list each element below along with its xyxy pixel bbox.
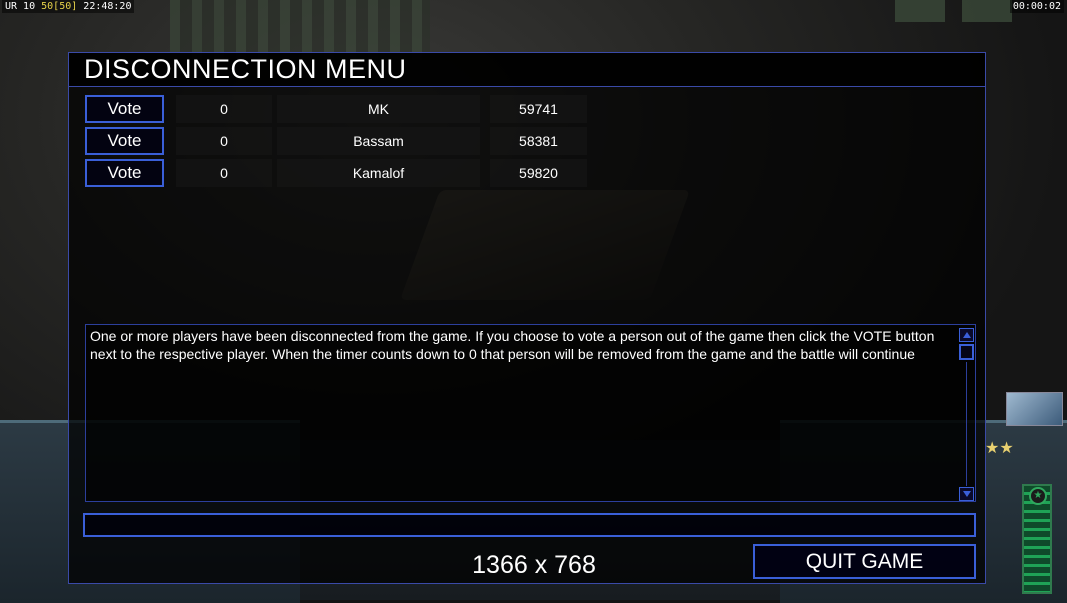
hud-status-bracket: [50]	[53, 1, 78, 12]
player-name: Kamalof	[277, 159, 480, 187]
hud-status-highlight: 50	[41, 1, 54, 12]
scroll-up-button[interactable]	[959, 328, 974, 342]
dialog-title: DISCONNECTION MENU	[84, 54, 407, 84]
scroll-down-button[interactable]	[959, 487, 974, 501]
hud-status-topleft: UR 10 50[50] 22:48:20	[2, 0, 135, 13]
player-name: Bassam	[277, 127, 480, 155]
hud-clock: 22:48:20	[83, 1, 132, 12]
message-box: One or more players have been disconnect…	[85, 324, 976, 502]
dialog-title-bar: DISCONNECTION MENU	[69, 53, 985, 87]
background-city	[170, 0, 430, 60]
player-name: MK	[277, 95, 480, 123]
unit-thumbnail	[962, 0, 1012, 22]
vote-button[interactable]: Vote	[85, 95, 164, 123]
vote-count: 0	[176, 127, 272, 155]
chat-input[interactable]	[83, 513, 976, 537]
scroll-thumb[interactable]	[959, 344, 974, 360]
vote-button[interactable]: Vote	[85, 159, 164, 187]
disconnection-dialog: DISCONNECTION MENU Vote 0 MK 59741 Vote …	[68, 52, 986, 584]
vote-button[interactable]: Vote	[85, 127, 164, 155]
disconnect-timer: 59741	[490, 95, 587, 123]
vote-count: 0	[176, 159, 272, 187]
hud-game-timer: 00:00:02	[1009, 0, 1064, 13]
scroll-track[interactable]	[966, 362, 967, 486]
quit-game-button[interactable]: QUIT GAME	[753, 544, 976, 579]
disconnect-timer: 58381	[490, 127, 587, 155]
rank-stars-icon: ★★	[985, 440, 1014, 457]
disconnect-message: One or more players have been disconnect…	[90, 328, 935, 362]
resolution-label: 1366 x 768	[472, 551, 596, 579]
hud-status-prefix: UR 10	[5, 1, 42, 12]
vote-count: 0	[176, 95, 272, 123]
unit-thumbnail	[895, 0, 945, 22]
disconnect-timer: 59820	[490, 159, 587, 187]
satellite-icon	[1006, 392, 1063, 426]
general-star-icon: ★	[1029, 487, 1047, 505]
